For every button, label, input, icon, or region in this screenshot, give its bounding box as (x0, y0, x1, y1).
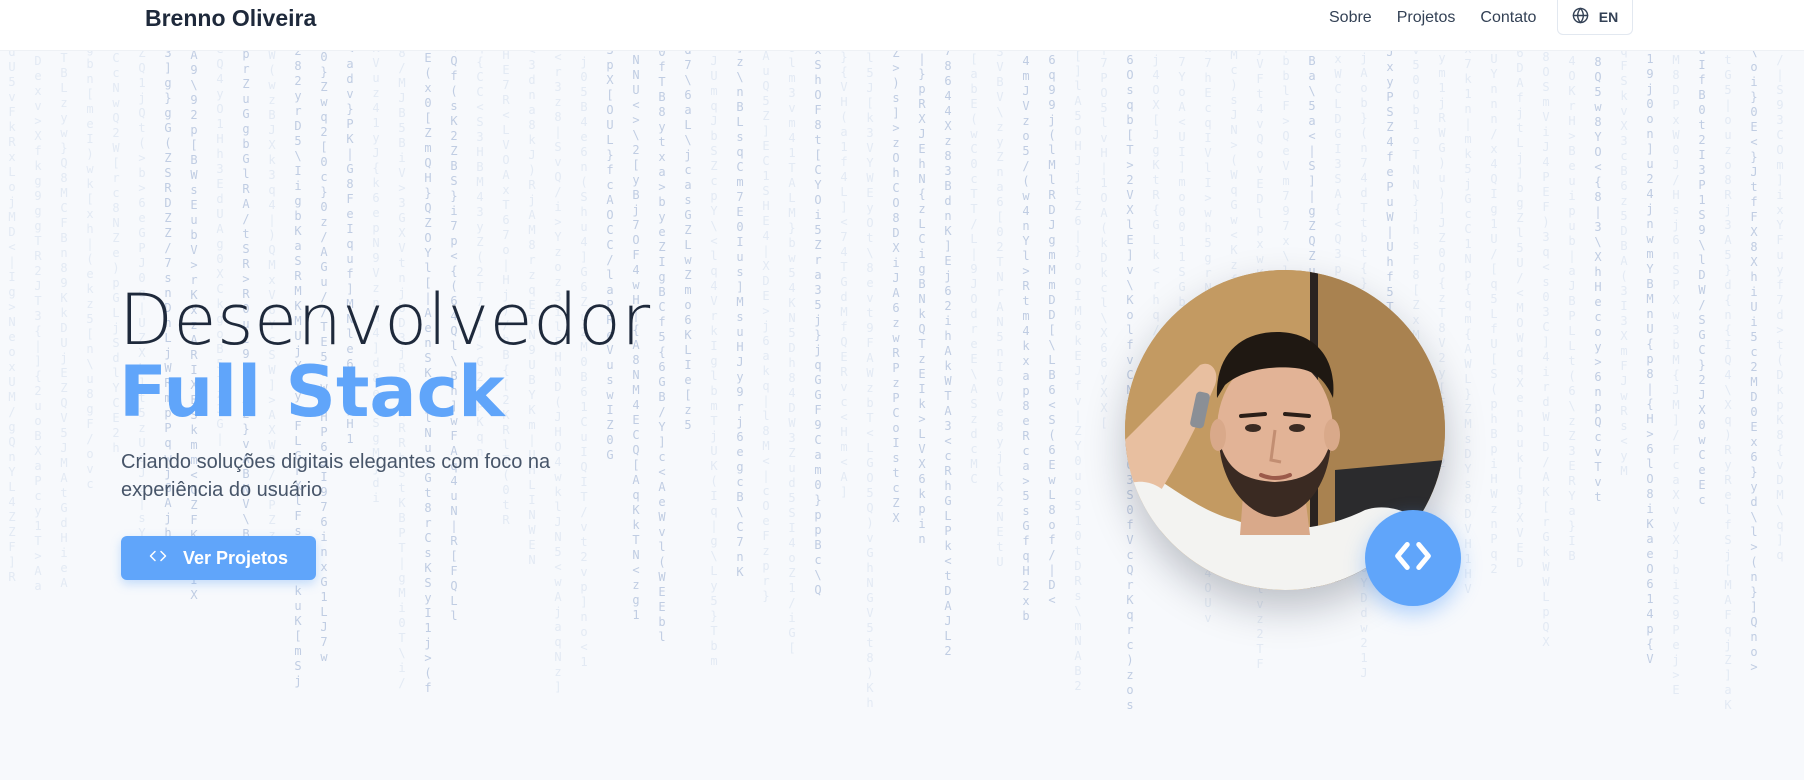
code-badge (1365, 510, 1461, 606)
matrix-column: 9 t G 5 | o u z o 8 R j 3 A 5 } d { n { … (1724, 51, 1732, 712)
matrix-column: P / { b 7 E P 4 m J V z o 5 / ( w 4 n Y … (1022, 51, 1030, 623)
matrix-column: r C F f 4 W / Z O w P M [ 4 u I f B 0 t … (1698, 51, 1706, 507)
matrix-column: K N ( L G M O 7 2 x 6 D A f j t L j ] b … (1516, 51, 1524, 570)
matrix-column: s D x \ U > X U f A f n i M 0 I [ a b E … (970, 52, 978, 486)
matrix-column: 1 9 Q n k 5 s ( P Y d [ K j V g m 5 w | … (1100, 51, 1108, 430)
matrix-column: H C [ ] l A 5 O H J j t Z 6 | } o o I M … (1074, 51, 1082, 693)
matrix-column: u i a e J U m q J b S Z c p Y \ < l q 4 … (710, 51, 718, 668)
matrix-column: K [ P Q e F s a O 0 M / | S 9 3 C O m ] … (1776, 51, 1784, 562)
language-label: EN (1598, 9, 1619, 25)
matrix-column: ( C T g x > W 4 } ( 0 h r < J } { V H ( … (840, 51, 848, 499)
matrix-column: 7 d p 3 7 8 6 4 4 X z 8 3 B d n K ] E j … (944, 51, 952, 658)
matrix-column: 3 G L Y / | ( / x 7 k 1 n | m k 5 j G c … (1464, 51, 1472, 596)
main-nav: Sobre Projetos Contato (1329, 0, 1536, 36)
matrix-column: ) \ < \ o i } 0 E < } J t f F X 8 X h i … (1750, 51, 1758, 674)
matrix-column: Q o F N 1 9 j 0 o n ] u 2 4 j n w m Y B … (1646, 52, 1654, 666)
matrix-column: 5 L s C n s D k x S h O F 8 t [ C Y O i … (814, 51, 822, 597)
matrix-column: j 0 u E J 8 O S m V i J 4 P E F ) 3 q < … (1542, 51, 1550, 649)
matrix-column: 7 x z G 4 Y l k 1 m U Y n n n / x 4 Q I … (1490, 52, 1498, 576)
matrix-column: I 1 [ } o l m 3 v m 4 1 T A L M } b w 5 … (788, 51, 796, 655)
matrix-column: 1 Y ] 0 u T a F ( G E N W C r g b n [ m … (86, 51, 94, 491)
hero-subtitle: Criando soluções digitais elegantes com … (121, 451, 551, 501)
hero-title: Desenvolvedor Full Stack (119, 282, 651, 430)
code-icon (1390, 533, 1436, 584)
matrix-column: Z B | f 8 / C > 6 q 9 9 j ( l M l R D J … (1048, 51, 1056, 607)
page: j o I R g k F ( r d U 5 v F k R x L o j … (0, 0, 1804, 780)
nav-link-projetos[interactable]: Projetos (1397, 9, 1456, 27)
code-icon (149, 547, 167, 570)
brand-logo-text[interactable]: Brenno Oliveira (145, 5, 316, 32)
matrix-column: d g 6 7 } V / l K V 6 4 O K r H > B e u … (1568, 51, 1576, 563)
language-toggle-button[interactable]: EN (1557, 0, 1633, 35)
matrix-column: ) 9 F ) O F C 9 M 0 M 2 b t R e q F S k … (1620, 51, 1628, 478)
matrix-column: / l 5 J [ k 3 V Y W E y O t \ 8 e v t 9 … (866, 51, 874, 710)
globe-icon (1572, 7, 1589, 27)
matrix-column: V K A r r P b w 9 D 3 V B V \ z y Z n a … (996, 51, 1004, 569)
matrix-column: R s d 3 v J Q g G D e x v > X f k g 9 g … (34, 51, 42, 593)
hero-title-line-2: Full Stack (119, 351, 505, 433)
matrix-column: F w \ V l 0 e c U 8 y G | } p R X J E h … (918, 52, 926, 546)
matrix-column: M 4 M 8 D P x W 0 J / H s j 6 n S P X w … (1672, 51, 1680, 697)
matrix-column: j o I R g k F ( r d U 5 v F k R x L o j … (8, 51, 16, 584)
matrix-column: G \ h } q i J 5 ) T B L z y w } Q 8 M C … (60, 51, 68, 590)
nav-link-sobre[interactable]: Sobre (1329, 9, 1372, 27)
site-header: Brenno Oliveira Sobre Projetos Contato E… (0, 0, 1804, 51)
matrix-column: V j V E w 0 f T B 8 y t x a > b y e Z I … (658, 51, 666, 644)
hero-title-line-1: Desenvolvedor (119, 279, 651, 361)
nav-link-contato[interactable]: Contato (1480, 9, 1536, 27)
matrix-column: o G v Y L K X Q J ] z \ n B L s q C m 7 … (736, 51, 744, 579)
view-projects-button[interactable]: Ver Projetos (121, 536, 316, 580)
matrix-column: t U 3 0 c x N v R f k { { Z > ) s ] > z … (892, 51, 900, 525)
view-projects-label: Ver Projetos (182, 547, 289, 568)
matrix-column: S [ e 1 e Q Y N I j w k t R 6 J Z g g d … (684, 51, 692, 432)
matrix-column: K u U g k W i Q A u Q 5 Z ] E C 1 S H E … (762, 51, 770, 603)
matrix-column: h C B F e | W O 6 p 7 < T y 6 8 Q 5 w 8 … (1594, 51, 1602, 504)
